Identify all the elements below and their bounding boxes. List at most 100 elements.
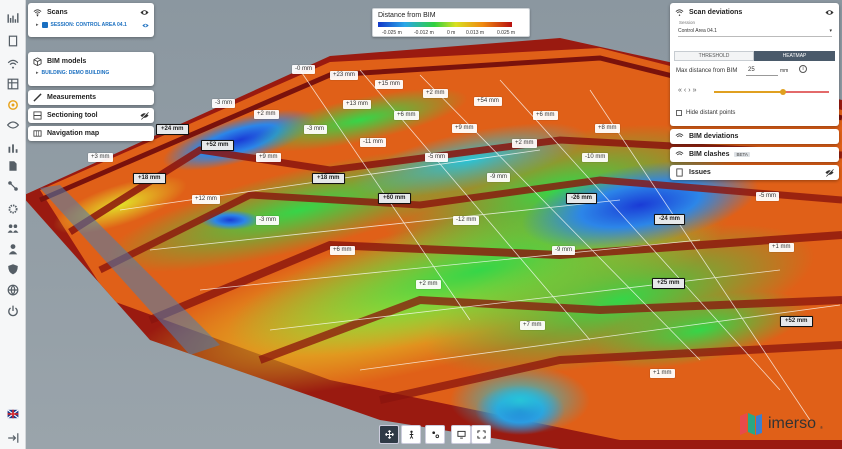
deviation-label[interactable]: +54 mm [474, 97, 502, 106]
eye-icon[interactable] [5, 117, 21, 133]
deviation-label[interactable]: +52 mm [780, 316, 813, 327]
eye-icon[interactable] [825, 8, 834, 17]
deviation-label[interactable]: -3 mm [256, 216, 279, 225]
move-tool-button[interactable] [379, 425, 399, 444]
signal-icon[interactable] [5, 56, 21, 72]
max-distance-input[interactable]: 25 [746, 65, 778, 76]
deviation-label[interactable]: +12 mm [192, 195, 220, 204]
eye-off-icon[interactable] [825, 168, 834, 177]
building-label: BUILDING: DEMO BUILDING [41, 70, 110, 76]
deviation-label[interactable]: +9 mm [256, 153, 281, 162]
deviation-label[interactable]: +13 mm [343, 100, 371, 109]
logout-icon[interactable] [5, 430, 21, 446]
expand-caret-icon[interactable]: ▸ [36, 22, 39, 28]
deviation-label[interactable]: +6 mm [533, 111, 558, 120]
scan-deviations-panel: Scan deviations Session Control Area 04.… [670, 3, 839, 126]
shield-icon[interactable] [5, 261, 21, 277]
distance-slider[interactable] [714, 89, 829, 95]
issues-title: Issues [689, 169, 711, 176]
cube-icon [33, 57, 42, 66]
section-icon [33, 111, 42, 120]
visible-eye-icon[interactable] [142, 21, 149, 28]
deviation-label[interactable]: -10 mm [582, 153, 609, 162]
globe-icon[interactable] [5, 282, 21, 298]
deviation-label[interactable]: -26 mm [566, 193, 598, 204]
tab-threshold[interactable]: THRESHOLD [674, 51, 754, 61]
orbit-tool-button[interactable] [425, 425, 445, 444]
scans-title: Scans [47, 9, 68, 16]
deviation-label[interactable]: +8 mm [595, 124, 620, 133]
settings-icon[interactable] [5, 201, 21, 217]
deviation-label[interactable]: +7 mm [520, 321, 545, 330]
person-icon[interactable] [5, 241, 21, 257]
signal-icon [675, 8, 684, 17]
session-checkbox[interactable] [41, 21, 48, 28]
deviation-label[interactable]: +23 mm [330, 71, 358, 80]
last-frame-icon[interactable]: » [693, 87, 699, 94]
deviation-label[interactable]: -24 mm [654, 214, 686, 225]
deviation-label[interactable]: +60 mm [378, 193, 411, 204]
playback-controls: «‹›» [678, 87, 699, 94]
deviation-label[interactable]: +6 mm [330, 246, 355, 255]
view-toolbar [379, 425, 491, 444]
distance-legend: Distance from BIM -0.025 m -0.012 m 0 m … [372, 8, 530, 37]
measurements-panel[interactable]: Measurements [28, 90, 154, 105]
deviation-label[interactable]: +2 mm [254, 110, 279, 119]
flow-icon[interactable] [5, 178, 21, 194]
deviation-label[interactable]: +2 mm [423, 89, 448, 98]
power-icon[interactable] [5, 303, 21, 319]
session-label: SESSION: CONTROL AREA 04.1 [50, 21, 127, 28]
legend-tick: 0.025 m [497, 30, 516, 36]
deviation-label[interactable]: +25 mm [652, 278, 685, 289]
deviation-label[interactable]: +9 mm [452, 124, 477, 133]
tab-heatmap[interactable]: HEATMAP [754, 51, 835, 61]
users-icon[interactable] [5, 220, 21, 236]
deviation-label[interactable]: +6 mm [394, 111, 419, 120]
bar-chart-icon[interactable] [5, 140, 21, 156]
deviation-label[interactable]: +24 mm [156, 124, 189, 135]
deviation-label[interactable]: +15 mm [375, 80, 403, 89]
eye-off-icon[interactable] [140, 111, 149, 120]
bim-deviations-panel[interactable]: BIM deviations [670, 129, 839, 144]
deviation-label[interactable]: -3 mm [304, 125, 327, 134]
table-icon[interactable] [5, 76, 21, 92]
hide-distant-checkbox[interactable] [676, 110, 682, 116]
deviation-label[interactable]: +52 mm [201, 140, 234, 151]
slider-knob[interactable] [780, 89, 786, 95]
deviation-label[interactable]: -3 mm [212, 99, 235, 108]
expand-caret-icon[interactable]: ▸ [36, 70, 39, 76]
fullscreen-button[interactable] [471, 425, 491, 444]
eye-icon[interactable] [140, 8, 149, 17]
signal-icon [33, 8, 42, 17]
walk-tool-button[interactable] [401, 425, 421, 444]
ruler-icon [33, 93, 42, 102]
deviation-label[interactable]: +1 mm [650, 369, 675, 378]
deviation-label[interactable]: -11 mm [360, 138, 386, 147]
session-select[interactable]: Control Area 04.1 ▾ [678, 25, 832, 37]
chevron-down-icon: ▾ [829, 27, 832, 34]
chart-icon[interactable] [5, 10, 21, 26]
document-icon[interactable] [5, 33, 21, 49]
deviation-label[interactable]: +2 mm [512, 139, 537, 148]
info-icon[interactable]: i [799, 65, 807, 73]
deviation-label[interactable]: +2 mm [416, 280, 441, 289]
sectioning-panel[interactable]: Sectioning tool [28, 108, 154, 123]
navigation-map-panel[interactable]: Navigation map [28, 126, 154, 141]
deviation-label[interactable]: -5 mm [425, 153, 448, 162]
layers-icon[interactable] [5, 97, 21, 113]
deviation-label[interactable]: +1 mm [769, 243, 794, 252]
deviation-label[interactable]: -0 mm [292, 65, 315, 74]
bim-deviations-title: BIM deviations [689, 133, 739, 140]
screen-button[interactable] [451, 425, 471, 444]
file-icon[interactable] [5, 158, 21, 174]
deviation-label[interactable]: +18 mm [133, 173, 166, 184]
issues-panel[interactable]: Issues [670, 165, 839, 180]
deviation-label[interactable]: -5 mm [756, 192, 779, 201]
bim-clashes-panel[interactable]: BIM clashes BETA [670, 147, 839, 162]
deviation-label[interactable]: +18 mm [312, 173, 345, 184]
deviation-label[interactable]: -9 mm [487, 173, 510, 182]
deviation-label[interactable]: -9 mm [552, 246, 575, 255]
deviation-label[interactable]: -12 mm [453, 216, 480, 225]
language-flag-icon[interactable] [5, 406, 21, 422]
deviation-label[interactable]: +3 mm [88, 153, 113, 162]
